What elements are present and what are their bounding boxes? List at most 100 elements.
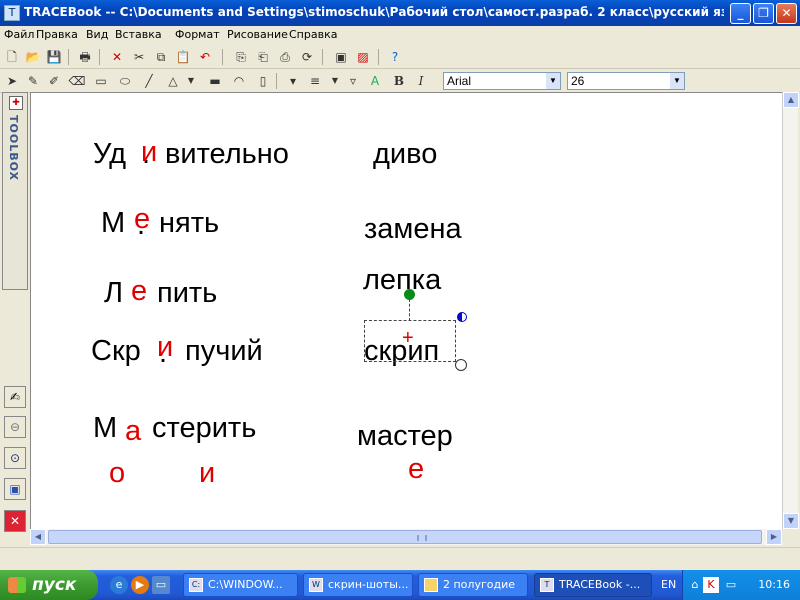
copy-icon[interactable]: ⧉ bbox=[152, 48, 170, 66]
fill-color-icon[interactable]: ▿ bbox=[344, 72, 362, 90]
pointer-icon[interactable]: ➤ bbox=[3, 72, 21, 90]
task-word[interactable]: W скрин-шоты... bbox=[303, 573, 413, 597]
selection-center-marker: + bbox=[402, 327, 414, 349]
restore-button[interactable]: ❐ bbox=[753, 3, 774, 24]
inserted-letter[interactable]: а bbox=[125, 415, 141, 448]
spare-letter[interactable]: е bbox=[408, 453, 424, 486]
cut-icon[interactable]: ✂ bbox=[130, 48, 148, 66]
drawing-canvas[interactable]: Уд . и вительно диво М . е нять замена Л… bbox=[30, 92, 782, 529]
close-button[interactable]: ✕ bbox=[776, 3, 797, 24]
triangle-icon[interactable]: △ bbox=[164, 72, 182, 90]
task-tracebook[interactable]: T TRACEBook -... bbox=[534, 573, 652, 597]
rectangle-icon[interactable]: ▭ bbox=[92, 72, 110, 90]
italic-icon[interactable]: I bbox=[412, 72, 430, 90]
ie-icon[interactable]: e bbox=[110, 576, 128, 594]
spare-letter[interactable]: и bbox=[199, 457, 215, 490]
menu-format[interactable]: Формат bbox=[175, 28, 220, 41]
monitor-icon[interactable]: ▭ bbox=[723, 577, 739, 593]
vertical-scrollbar[interactable]: ▲ ▼ bbox=[782, 92, 799, 529]
menu-file[interactable]: Файл bbox=[4, 28, 34, 41]
desktop-icon[interactable]: ▭ bbox=[152, 576, 170, 594]
open-folder-icon[interactable]: 📂 bbox=[24, 48, 42, 66]
chevron-down-icon[interactable]: ▼ bbox=[670, 73, 684, 89]
page-delete-icon[interactable]: ⎘ bbox=[232, 48, 250, 66]
undo-icon[interactable]: ↶ bbox=[196, 48, 214, 66]
paste-icon[interactable]: 📋 bbox=[174, 48, 192, 66]
task-cmd[interactable]: C: C:\WINDOW... bbox=[183, 573, 298, 597]
menu-view[interactable]: Вид bbox=[86, 28, 108, 41]
help-icon[interactable]: ? bbox=[386, 48, 404, 66]
word-lepit-post: пить bbox=[157, 277, 218, 309]
network-icon[interactable]: ⌂ bbox=[687, 577, 703, 593]
ruler-icon[interactable]: ▬ bbox=[206, 72, 224, 90]
menu-edit[interactable]: Правка bbox=[36, 28, 78, 41]
word-lepka: лепка bbox=[363, 264, 442, 296]
page-view-icon[interactable]: ▣ bbox=[4, 478, 26, 500]
task-folder[interactable]: 2 полугодие bbox=[418, 573, 528, 597]
font-size-select[interactable]: 26 ▼ bbox=[567, 72, 685, 90]
scroll-thumb[interactable] bbox=[48, 530, 762, 544]
new-file-icon[interactable]: 🗋 bbox=[3, 48, 21, 66]
save-icon[interactable]: 💾 bbox=[45, 48, 63, 66]
scroll-down-icon[interactable]: ▼ bbox=[783, 513, 799, 529]
eraser-icon[interactable]: ⌫ bbox=[68, 72, 86, 90]
scroll-left-icon[interactable]: ◀ bbox=[30, 529, 46, 545]
word-udivitelno-pre: Уд bbox=[93, 138, 127, 170]
word-divo: диво bbox=[373, 138, 438, 170]
word-masterit-pre: М bbox=[93, 412, 118, 444]
inserted-letter[interactable]: и bbox=[157, 331, 173, 364]
scroll-up-icon[interactable]: ▲ bbox=[783, 92, 799, 108]
line-color-icon[interactable]: ▾ bbox=[284, 72, 302, 90]
bold-icon[interactable]: B bbox=[390, 72, 408, 90]
delete-icon[interactable]: ✕ bbox=[108, 48, 126, 66]
tracebook-app-icon[interactable]: T bbox=[4, 5, 20, 21]
window-title: TRACEBook -- C:\Documents and Settings\s… bbox=[24, 5, 724, 19]
page-copy-icon[interactable]: ⎗ bbox=[254, 48, 272, 66]
horizontal-scrollbar[interactable]: ◀ ▶ bbox=[30, 529, 782, 545]
shape-dropdown-icon[interactable]: ▼ bbox=[182, 72, 200, 90]
start-button[interactable]: пуск bbox=[0, 570, 98, 600]
text-tool-icon[interactable]: A bbox=[366, 72, 384, 90]
font-name-select[interactable]: Arial ▼ bbox=[443, 72, 561, 90]
language-indicator[interactable]: EN bbox=[661, 578, 676, 591]
resize-handle[interactable] bbox=[457, 312, 467, 322]
media-player-icon[interactable]: ▶ bbox=[131, 576, 149, 594]
minimize-button[interactable]: _ bbox=[730, 3, 751, 24]
rotation-stem bbox=[409, 299, 410, 321]
exit-icon[interactable]: ✕ bbox=[4, 510, 26, 532]
page-refresh-icon[interactable]: ⟳ bbox=[298, 48, 316, 66]
font-size-value: 26 bbox=[571, 74, 585, 88]
line-width-dropdown-icon[interactable]: ▼ bbox=[326, 72, 344, 90]
line-width-icon[interactable]: ≡ bbox=[306, 72, 324, 90]
word-menyat-pre: М bbox=[101, 207, 126, 239]
toolbox-strip[interactable]: ✚ TOOLBOX bbox=[2, 92, 28, 290]
image-icon[interactable]: ▣ bbox=[332, 48, 350, 66]
spare-letter[interactable]: о bbox=[109, 457, 125, 490]
image-delete-icon[interactable]: ▨ bbox=[354, 48, 372, 66]
antivirus-icon[interactable]: K bbox=[703, 577, 719, 593]
line-icon[interactable]: ╱ bbox=[140, 72, 158, 90]
ellipse-icon[interactable]: ⬭ bbox=[116, 72, 134, 90]
windows-logo-icon bbox=[8, 577, 26, 593]
inserted-letter[interactable]: е bbox=[131, 275, 147, 308]
chevron-down-icon[interactable]: ▼ bbox=[546, 73, 560, 89]
highlighter-icon[interactable]: ✐ bbox=[45, 72, 63, 90]
title-bar[interactable]: T TRACEBook -- C:\Documents and Settings… bbox=[0, 0, 800, 26]
menu-drawing[interactable]: Рисование bbox=[227, 28, 288, 41]
menu-insert[interactable]: Вставка bbox=[115, 28, 162, 41]
menu-help[interactable]: Справка bbox=[289, 28, 337, 41]
vertical-ruler-icon[interactable]: ▯ bbox=[254, 72, 272, 90]
inserted-letter[interactable]: и bbox=[141, 136, 157, 169]
print-icon[interactable]: 🖶 bbox=[76, 48, 94, 66]
pen-icon[interactable]: ✎ bbox=[24, 72, 42, 90]
rotate-handle[interactable] bbox=[404, 289, 415, 300]
scale-handle[interactable] bbox=[455, 359, 467, 371]
prev-page-icon[interactable]: ⊖ bbox=[4, 416, 26, 438]
inserted-letter[interactable]: е bbox=[134, 203, 150, 236]
protractor-icon[interactable]: ◠ bbox=[230, 72, 248, 90]
scroll-right-icon[interactable]: ▶ bbox=[766, 529, 782, 545]
next-page-icon[interactable]: ⊙ bbox=[4, 447, 26, 469]
pen-tool-icon[interactable]: ✍ bbox=[4, 386, 26, 408]
page-paste-icon[interactable]: ⎙ bbox=[276, 48, 294, 66]
scroll-grip bbox=[417, 535, 427, 541]
